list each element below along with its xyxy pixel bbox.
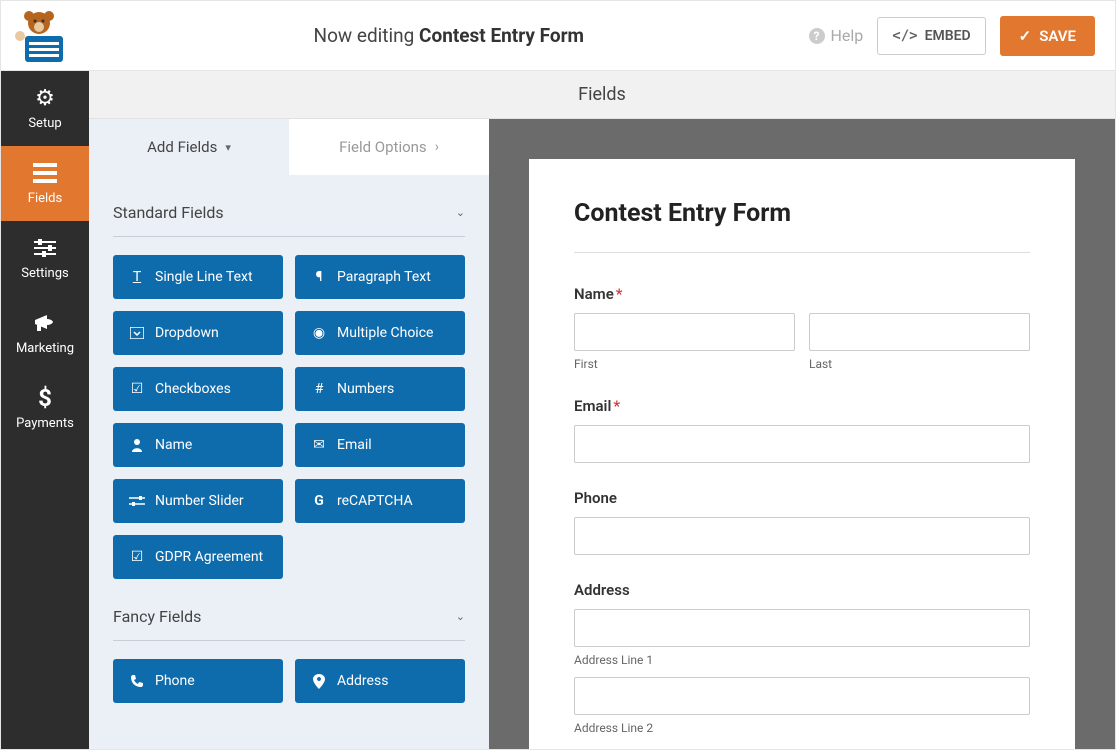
- sidebar-item-setup[interactable]: ⚙ Setup: [1, 71, 89, 146]
- email-input[interactable]: [574, 425, 1030, 463]
- sublabel-last: Last: [809, 357, 1030, 371]
- left-sidebar: ⚙ Setup Fields Settings Marketing $ Paym…: [1, 71, 89, 749]
- section-title: Fields: [89, 71, 1115, 119]
- dropdown-icon: [129, 327, 145, 339]
- field-paragraph-text[interactable]: ¶Paragraph Text: [295, 255, 465, 299]
- field-name[interactable]: Name: [113, 423, 283, 467]
- field-email[interactable]: ✉Email: [295, 423, 465, 467]
- field-number-slider[interactable]: Number Slider: [113, 479, 283, 523]
- chevron-down-icon: ⌄: [456, 206, 465, 219]
- tab-add-fields[interactable]: Add Fields ▾: [89, 119, 289, 175]
- field-multiple-choice[interactable]: ◉Multiple Choice: [295, 311, 465, 355]
- code-icon: </>: [892, 28, 917, 44]
- group-fancy-fields[interactable]: Fancy Fields ⌄: [113, 607, 465, 641]
- logo: [9, 9, 69, 63]
- sidebar-item-payments[interactable]: $ Payments: [1, 371, 89, 446]
- field-recaptcha[interactable]: GreCAPTCHA: [295, 479, 465, 523]
- slider-icon: [129, 496, 145, 506]
- recaptcha-icon: G: [311, 493, 327, 509]
- page-title: Now editing Contest Entry Form: [89, 24, 809, 47]
- mail-icon: ✉: [311, 437, 327, 453]
- chevron-down-icon: ⌄: [456, 610, 465, 623]
- preview-field-email[interactable]: Email*: [574, 397, 1030, 463]
- pin-icon: [311, 674, 327, 689]
- address-line2-input[interactable]: [574, 677, 1030, 715]
- help-link[interactable]: ? Help: [809, 26, 864, 45]
- tab-field-options[interactable]: Field Options ›: [289, 119, 489, 175]
- form-icon: [33, 161, 57, 185]
- help-icon: ?: [809, 28, 825, 44]
- bullhorn-icon: [33, 311, 57, 335]
- sublabel-addr2: Address Line 2: [574, 721, 1030, 735]
- field-address[interactable]: Address: [295, 659, 465, 703]
- last-name-input[interactable]: [809, 313, 1030, 351]
- paragraph-icon: ¶: [311, 269, 327, 285]
- hash-icon: #: [311, 381, 327, 397]
- field-gdpr[interactable]: ☑GDPR Agreement: [113, 535, 283, 579]
- sidebar-item-settings[interactable]: Settings: [1, 221, 89, 296]
- sublabel-first: First: [574, 357, 795, 371]
- field-checkboxes[interactable]: ☑Checkboxes: [113, 367, 283, 411]
- user-icon: [129, 438, 145, 452]
- text-icon: T: [129, 269, 145, 285]
- check-icon: [1019, 27, 1032, 45]
- gear-icon: ⚙: [33, 86, 57, 110]
- preview-field-address[interactable]: Address Address Line 1 Address Line 2: [574, 581, 1030, 735]
- embed-button[interactable]: </> EMBED: [877, 17, 985, 55]
- preview-field-name[interactable]: Name* First Last: [574, 285, 1030, 371]
- dollar-icon: $: [33, 386, 57, 410]
- preview-field-phone[interactable]: Phone: [574, 489, 1030, 555]
- first-name-input[interactable]: [574, 313, 795, 351]
- group-standard-fields[interactable]: Standard Fields ⌄: [113, 203, 465, 237]
- sliders-icon: [33, 236, 57, 260]
- address-line1-input[interactable]: [574, 609, 1030, 647]
- chevron-right-icon: ›: [435, 139, 439, 155]
- form-title: Contest Entry Form: [574, 199, 1030, 228]
- check-icon: ☑: [129, 381, 145, 397]
- sublabel-addr1: Address Line 1: [574, 653, 1030, 667]
- phone-input[interactable]: [574, 517, 1030, 555]
- field-numbers[interactable]: #Numbers: [295, 367, 465, 411]
- sidebar-item-marketing[interactable]: Marketing: [1, 296, 89, 371]
- field-single-line-text[interactable]: TSingle Line Text: [113, 255, 283, 299]
- save-button[interactable]: SAVE: [1000, 16, 1095, 56]
- chevron-down-icon: ▾: [225, 141, 231, 154]
- form-preview: Contest Entry Form Name* First Last: [529, 159, 1075, 749]
- field-phone[interactable]: Phone: [113, 659, 283, 703]
- check-icon: ☑: [129, 549, 145, 565]
- field-dropdown[interactable]: Dropdown: [113, 311, 283, 355]
- phone-icon: [129, 674, 145, 688]
- radio-icon: ◉: [311, 325, 327, 341]
- sidebar-item-fields[interactable]: Fields: [1, 146, 89, 221]
